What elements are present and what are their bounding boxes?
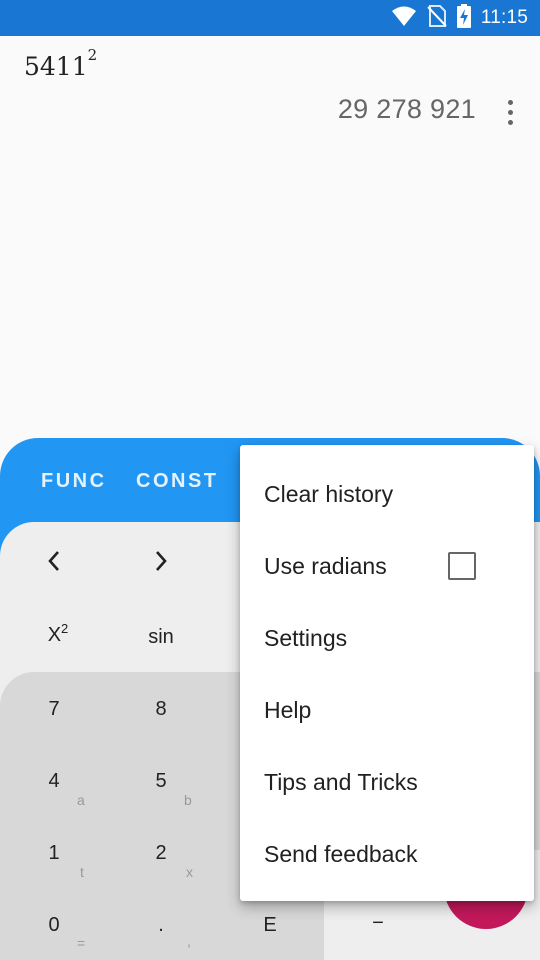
- digit-1-button[interactable]: 1: [34, 842, 74, 865]
- digit-0-button[interactable]: 0: [34, 914, 74, 937]
- menu-item-label: Help: [264, 696, 312, 723]
- menu-item-tips-and-tricks[interactable]: Tips and Tricks: [240, 746, 534, 818]
- menu-item-label: Tips and Tricks: [264, 768, 418, 795]
- expression-exponent: 2: [87, 46, 98, 64]
- chevron-left-icon: [48, 551, 59, 571]
- digit-2-secondary: x: [186, 864, 193, 880]
- status-time: 11:15: [480, 7, 528, 28]
- digit-1-secondary: t: [80, 864, 84, 880]
- history-expression[interactable]: 54112: [24, 46, 97, 81]
- more-vert-icon[interactable]: [496, 96, 524, 128]
- menu-item-clear-history[interactable]: Clear history: [240, 458, 534, 530]
- digit-4-button[interactable]: 4: [34, 770, 74, 793]
- cursor-left-button[interactable]: [34, 550, 74, 578]
- expression-base: 5411: [24, 52, 88, 81]
- battery-charging-icon: [456, 3, 471, 33]
- wifi-icon: [391, 5, 417, 32]
- digit-0-secondary: =: [77, 935, 86, 951]
- square-button[interactable]: X2: [38, 621, 78, 647]
- menu-item-label: Use radians: [264, 552, 387, 579]
- menu-item-label: Clear history: [264, 480, 394, 507]
- no-sim-icon: [427, 4, 447, 32]
- digit-2-button[interactable]: 2: [141, 842, 181, 865]
- menu-item-help[interactable]: Help: [240, 674, 534, 746]
- history-result[interactable]: 29 278 921: [338, 94, 476, 125]
- chevron-right-icon: [156, 551, 167, 571]
- menu-item-settings[interactable]: Settings: [240, 602, 534, 674]
- square-button-exponent: 2: [61, 621, 69, 636]
- overflow-popup-menu: Clear history Use radians Settings Help …: [240, 445, 534, 901]
- digit-8-button[interactable]: 8: [141, 698, 181, 721]
- digit-4-secondary: a: [77, 792, 85, 808]
- use-radians-checkbox[interactable]: [448, 552, 476, 580]
- square-button-label: X: [47, 624, 62, 646]
- decimal-point-secondary: ,: [187, 933, 191, 949]
- exponent-e-button[interactable]: E: [250, 914, 290, 937]
- status-bar: 11:15: [0, 0, 540, 36]
- menu-item-label: Settings: [264, 624, 348, 651]
- menu-item-label: Send feedback: [264, 840, 418, 867]
- status-icons: 11:15: [391, 0, 528, 36]
- digit-5-button[interactable]: 5: [141, 770, 181, 793]
- minus-button[interactable]: −: [358, 912, 398, 935]
- digit-7-button[interactable]: 7: [34, 698, 74, 721]
- menu-item-use-radians[interactable]: Use radians: [240, 530, 534, 602]
- decimal-point-button[interactable]: .: [141, 914, 181, 937]
- tab-const[interactable]: CONST: [136, 470, 219, 493]
- menu-item-send-feedback[interactable]: Send feedback: [240, 818, 534, 890]
- display-area: 54112 29 278 921: [0, 36, 540, 440]
- tab-func[interactable]: FUNC: [41, 470, 107, 493]
- sin-button[interactable]: sin: [141, 626, 181, 649]
- cursor-right-button[interactable]: [141, 550, 181, 578]
- digit-5-secondary: b: [184, 792, 192, 808]
